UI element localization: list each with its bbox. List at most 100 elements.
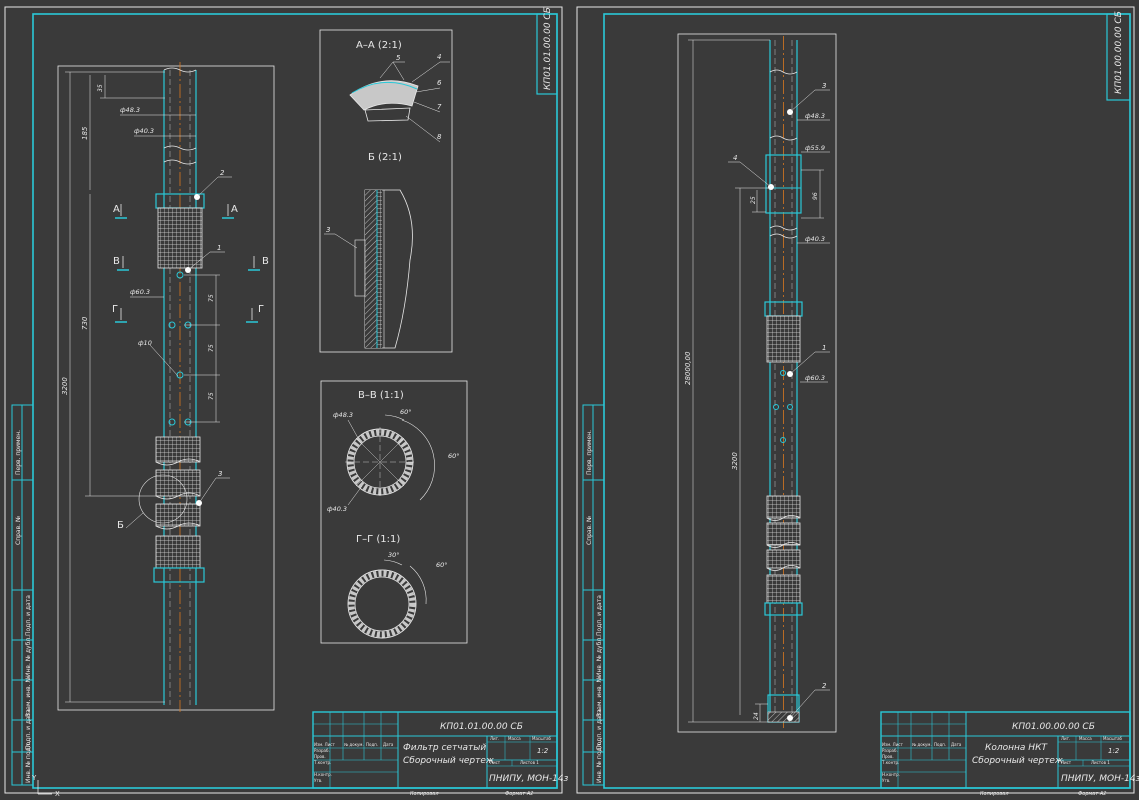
section-mark-g-right: Г bbox=[258, 304, 264, 315]
aa-item-5: 5 bbox=[396, 54, 401, 62]
tb2-massa: Масса bbox=[1079, 736, 1092, 741]
tb-masshtab: Масштаб bbox=[532, 736, 552, 741]
mesh-screen-3 bbox=[155, 469, 201, 497]
sheet-2-dimensions: 28000,00 3200 25 96 24 ф48.3 ф55.9 ф40.3… bbox=[684, 39, 830, 723]
tubing-column[interactable] bbox=[764, 36, 803, 728]
svg-text:X: X bbox=[55, 790, 60, 798]
tb-utv: Утв. bbox=[314, 778, 322, 783]
title2-scale: 1:2 bbox=[1108, 747, 1120, 755]
leader2-2: 2 bbox=[822, 682, 827, 690]
aa-item-8: 8 bbox=[437, 133, 442, 141]
tb-listov: Листов 1 bbox=[520, 760, 539, 765]
strip2-inv-podl: Инв. № подл. bbox=[596, 742, 603, 783]
mesh-screen-2 bbox=[155, 436, 201, 463]
dim-35: 35 bbox=[97, 84, 104, 92]
ucs-icon: X Y bbox=[31, 774, 60, 798]
leader2-3: 3 bbox=[822, 82, 826, 90]
leader-3: 3 bbox=[218, 470, 222, 478]
dim2-d48-3: ф48.3 bbox=[805, 112, 825, 120]
dim2-96: 96 bbox=[812, 192, 819, 200]
title-subtitle: Сборочный чертеж bbox=[403, 756, 495, 766]
detail-vv-gg-panel: В–В (1:1) ф48.3 ф40.3 60° 60° Г–Г (1:1) … bbox=[320, 380, 468, 644]
column-mesh-5 bbox=[766, 574, 801, 604]
tb2-podp: Подп. bbox=[934, 742, 946, 747]
tb2-prov: Пров. bbox=[882, 754, 894, 759]
title2-org: ПНИПУ, МОН-14з bbox=[1061, 774, 1139, 784]
dim-d10: ф10 bbox=[138, 339, 152, 347]
b-item-3: 3 bbox=[326, 226, 330, 234]
tb2-utv: Утв. bbox=[882, 778, 890, 783]
main-view-frame bbox=[57, 65, 275, 711]
leader-2: 2 bbox=[220, 169, 225, 177]
tb2-lit: Лит. bbox=[1061, 736, 1070, 741]
section-mark-v-left: В bbox=[113, 256, 120, 267]
detail-vv-title: В–В (1:1) bbox=[358, 390, 404, 401]
tb-izm: Изм. Лист bbox=[314, 742, 335, 747]
dim-185: 185 bbox=[81, 126, 89, 140]
sheet-2-leaders: 3 4 1 2 bbox=[728, 82, 830, 719]
sheet-2-code-vertical: КП01.00.00.00 СБ bbox=[1114, 11, 1124, 94]
aa-item-6: 6 bbox=[437, 79, 442, 87]
filter-pipe-main[interactable] bbox=[153, 62, 205, 712]
column-mesh-2 bbox=[766, 495, 801, 519]
vv-dim-d48-3: ф48.3 bbox=[333, 411, 353, 419]
section-mark-a-left: А bbox=[113, 204, 120, 215]
aa-item-4: 4 bbox=[437, 53, 441, 61]
sheet-1-frame bbox=[32, 13, 558, 789]
dim2-3200: 3200 bbox=[731, 452, 739, 470]
tb-podp: Подп. bbox=[366, 742, 378, 747]
title2-subtitle: Сборочный чертеж bbox=[972, 756, 1064, 766]
tb2-list: Лист bbox=[1061, 760, 1072, 765]
column-mesh-3 bbox=[766, 522, 801, 546]
dim2-24: 24 bbox=[753, 712, 760, 720]
sheet-2-title-block[interactable]: КП01.00.00.00 СБ Колонна НКТ Сборочный ч… bbox=[880, 711, 1139, 789]
sheet-2-format: Формат А2 bbox=[1078, 791, 1106, 797]
vv-angle-60-b: 60° bbox=[448, 452, 460, 460]
vv-dim-d40-3: ф40.3 bbox=[327, 505, 347, 513]
leader2-4: 4 bbox=[733, 154, 737, 162]
tb2-ndok: № докум. bbox=[912, 742, 932, 747]
dim-28000: 28000,00 bbox=[684, 351, 692, 385]
strip2-perv-primen: Перв. примен. bbox=[586, 430, 593, 475]
strip-inv-dubl: Инв. № дубл. bbox=[25, 636, 32, 677]
aa-item-7: 7 bbox=[437, 103, 442, 111]
drawing-canvas[interactable]: КП01.01.00.00 СБ Перв. примен. Справ. № … bbox=[0, 0, 1139, 800]
title-code: КП01.01.00.00 СБ bbox=[440, 722, 523, 732]
sheet-1: КП01.01.00.00 СБ Перв. примен. Справ. № … bbox=[4, 6, 569, 798]
sheet-2-frame bbox=[603, 13, 1131, 789]
dim2-d40-3: ф40.3 bbox=[805, 235, 825, 243]
sheet-1-title-block[interactable]: КП01.01.00.00 СБ Фильтр сетчатый Сборочн… bbox=[312, 711, 569, 789]
strip2-sprav: Справ. № bbox=[586, 516, 593, 545]
section-mark-a-right: А bbox=[231, 204, 238, 215]
dim-d48-3: ф48.3 bbox=[120, 106, 140, 114]
title2-code: КП01.00.00.00 СБ bbox=[1012, 722, 1095, 732]
detail-b-title: Б (2:1) bbox=[368, 152, 402, 163]
column-mesh-top bbox=[766, 315, 801, 363]
gg-angle-60: 60° bbox=[436, 561, 448, 569]
tb-razrab: Разраб. bbox=[314, 748, 330, 753]
dim2-d60-3: ф60.3 bbox=[805, 374, 825, 382]
tb-prov: Пров. bbox=[314, 754, 326, 759]
strip-sprav: Справ. № bbox=[15, 516, 22, 545]
strip2-inv-dubl: Инв. № дубл. bbox=[596, 636, 603, 677]
sheet-1-format: Формат А2 bbox=[505, 791, 533, 797]
mesh-screen-5 bbox=[155, 535, 201, 569]
tb-ndok: № докум. bbox=[344, 742, 364, 747]
tb-data: Дата bbox=[383, 742, 394, 747]
section-mark-g-left: Г bbox=[112, 304, 118, 315]
dim-d60-3: ф60.3 bbox=[130, 288, 150, 296]
strip-inv-podl: Инв. № подл. bbox=[25, 742, 32, 783]
sheet-2-side-strip: Перв. примен. Справ. № Подп. и дата Инв.… bbox=[582, 404, 605, 786]
leader2-1: 1 bbox=[822, 344, 826, 352]
sheet-2-copied: Копировал bbox=[980, 791, 1009, 797]
gg-angle-30: 30° bbox=[388, 551, 400, 559]
leader-1: 1 bbox=[217, 244, 221, 252]
dim-75-c: 75 bbox=[208, 392, 215, 400]
tb2-razrab: Разраб. bbox=[882, 748, 898, 753]
strip2-podp-data-1: Подп. и дата bbox=[596, 595, 603, 636]
sheet-1-code-vertical: КП01.01.00.00 СБ bbox=[543, 7, 553, 90]
detail-aa-title: А–А (2:1) bbox=[356, 40, 402, 51]
section-mark-v-right: В bbox=[262, 256, 269, 267]
tb2-masshtab: Масштаб bbox=[1103, 736, 1123, 741]
tb-nkontr: Н.контр. bbox=[314, 772, 332, 777]
